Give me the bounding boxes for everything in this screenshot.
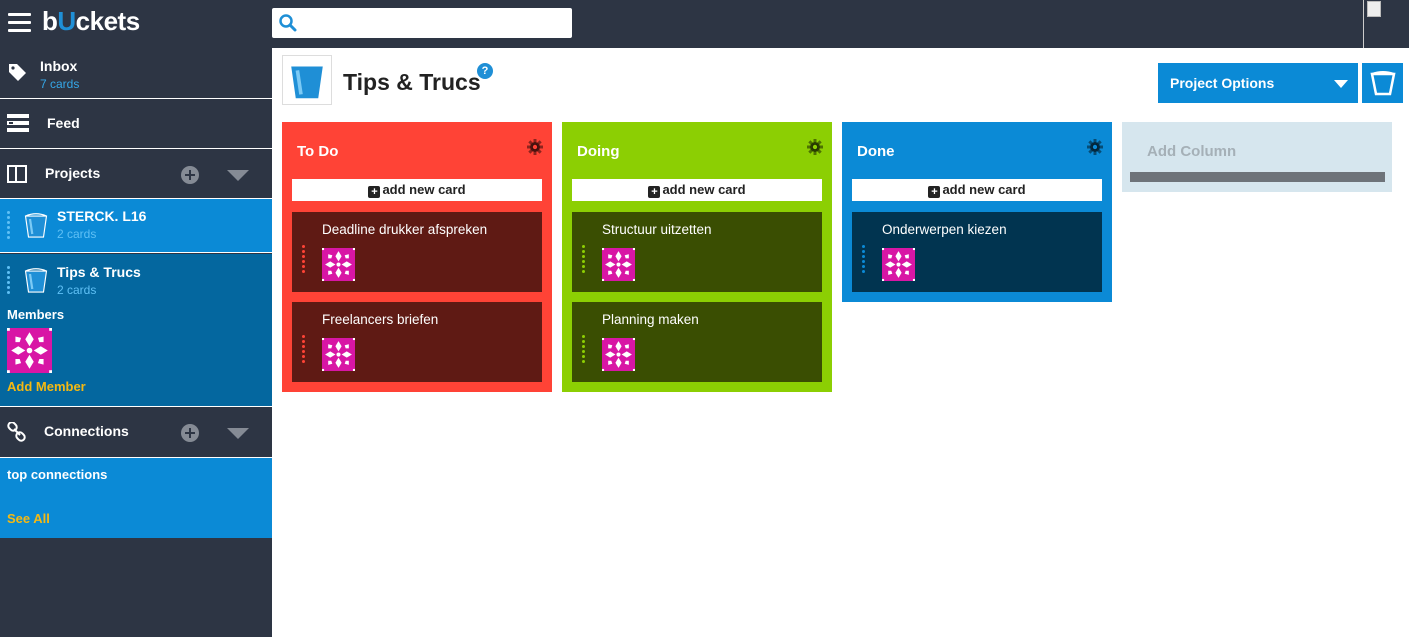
card[interactable]: Deadline drukker afspreken <box>292 212 542 292</box>
project-card-count: 2 cards <box>57 227 97 241</box>
plus-icon: + <box>648 186 661 198</box>
sidebar-item-inbox[interactable]: Inbox 7 cards <box>0 48 272 99</box>
sidebar-item-connections[interactable]: Connections <box>0 408 272 458</box>
sidebar-project-tips-trucs[interactable]: Tips & Trucs 2 cards Members Add Member <box>0 254 272 407</box>
drag-handle-icon[interactable] <box>302 335 309 365</box>
add-card-label: add new card <box>942 182 1026 197</box>
column: To Do + add new card Deadline drukker afspr… <box>282 122 552 392</box>
card[interactable]: Freelancers briefen <box>292 302 542 382</box>
app-logo[interactable]: bUckets <box>42 6 140 37</box>
drag-handle-icon[interactable] <box>582 335 589 365</box>
add-column-input[interactable] <box>1130 172 1385 182</box>
member-avatar[interactable] <box>882 248 915 281</box>
tag-icon <box>9 64 26 81</box>
column-title: Doing <box>577 143 620 160</box>
column: Doing + add new card Structuur uitzetten Pla… <box>562 122 832 392</box>
link-icon <box>7 422 26 442</box>
sidebar: Inbox 7 cards Feed Projects STERCK. L16 … <box>0 48 272 637</box>
add-card-button[interactable]: + add new card <box>572 179 822 201</box>
sidebar-item-label: Projects <box>45 165 101 181</box>
project-name: STERCK. L16 <box>57 208 147 224</box>
plus-icon: + <box>368 186 381 198</box>
search-input[interactable] <box>272 8 572 38</box>
card-title: Freelancers briefen <box>322 312 439 327</box>
bucket-icon <box>21 208 51 242</box>
gear-icon[interactable] <box>1087 139 1103 155</box>
top-connections-panel: top connections See All <box>0 458 272 538</box>
sidebar-item-label: Connections <box>44 423 129 439</box>
drag-handle-icon[interactable] <box>7 266 14 296</box>
project-name: Tips & Trucs <box>57 264 141 280</box>
chevron-down-icon[interactable] <box>227 170 249 181</box>
column-title: Done <box>857 143 895 160</box>
card-title: Onderwerpen kiezen <box>882 222 1007 237</box>
inbox-count: 7 cards <box>40 77 80 91</box>
bucket-icon <box>21 263 51 297</box>
member-avatar[interactable] <box>7 328 52 373</box>
add-project-icon[interactable] <box>181 166 199 184</box>
sidebar-item-label: Feed <box>47 115 80 131</box>
project-card-count: 2 cards <box>57 283 97 297</box>
hamburger-menu-icon[interactable] <box>8 13 31 33</box>
card-title: Deadline drukker afspreken <box>322 222 488 237</box>
sidebar-item-feed[interactable]: Feed <box>0 99 272 149</box>
drag-handle-icon[interactable] <box>582 245 589 275</box>
bucket-button[interactable] <box>1362 63 1403 103</box>
card-title: Structuur uitzetten <box>602 222 712 237</box>
project-bucket-icon <box>282 55 332 105</box>
add-column-label: Add Column <box>1147 143 1237 160</box>
members-heading: Members <box>7 307 65 322</box>
drag-handle-icon[interactable] <box>302 245 309 275</box>
gear-icon[interactable] <box>527 139 543 155</box>
card-title: Planning maken <box>602 312 699 327</box>
card[interactable]: Onderwerpen kiezen <box>852 212 1102 292</box>
member-avatar[interactable] <box>322 248 355 281</box>
sidebar-item-label: Inbox <box>40 58 78 74</box>
sidebar-item-projects[interactable]: Projects <box>0 149 272 199</box>
columns-icon <box>7 165 27 183</box>
caret-down-icon <box>1334 80 1348 88</box>
top-connections-label: top connections <box>7 467 108 482</box>
feed-icon <box>7 114 29 132</box>
chevron-down-icon[interactable] <box>227 428 249 439</box>
user-avatar[interactable] <box>1363 0 1409 48</box>
member-avatar[interactable] <box>322 338 355 371</box>
add-card-label: add new card <box>662 182 746 197</box>
broken-image-icon <box>1367 1 1381 17</box>
page-title: Tips & Trucs <box>343 69 481 95</box>
project-options-label: Project Options <box>1170 75 1275 91</box>
card[interactable]: Structuur uitzetten <box>572 212 822 292</box>
card[interactable]: Planning maken <box>572 302 822 382</box>
sidebar-project-sterck[interactable]: STERCK. L16 2 cards <box>0 199 272 253</box>
column-title: To Do <box>297 143 339 160</box>
member-avatar[interactable] <box>602 248 635 281</box>
top-bar: bUckets <box>0 0 1409 48</box>
add-column[interactable]: Add Column <box>1122 122 1392 192</box>
project-options-button[interactable]: Project Options <box>1158 63 1358 103</box>
drag-handle-icon[interactable] <box>7 211 14 241</box>
plus-icon: + <box>928 186 941 198</box>
search-icon <box>279 14 297 32</box>
bucket-icon <box>1370 71 1396 96</box>
see-all-link[interactable]: See All <box>7 511 50 526</box>
add-card-button[interactable]: + add new card <box>852 179 1102 201</box>
drag-handle-icon[interactable] <box>862 245 869 275</box>
help-icon[interactable]: ? <box>477 63 493 79</box>
add-card-label: add new card <box>382 182 466 197</box>
add-connection-icon[interactable] <box>181 424 199 442</box>
column: Done + add new card Onderwerpen kiezen <box>842 122 1112 302</box>
gear-icon[interactable] <box>807 139 823 155</box>
member-avatar[interactable] <box>602 338 635 371</box>
add-card-button[interactable]: + add new card <box>292 179 542 201</box>
add-member-link[interactable]: Add Member <box>7 379 86 394</box>
